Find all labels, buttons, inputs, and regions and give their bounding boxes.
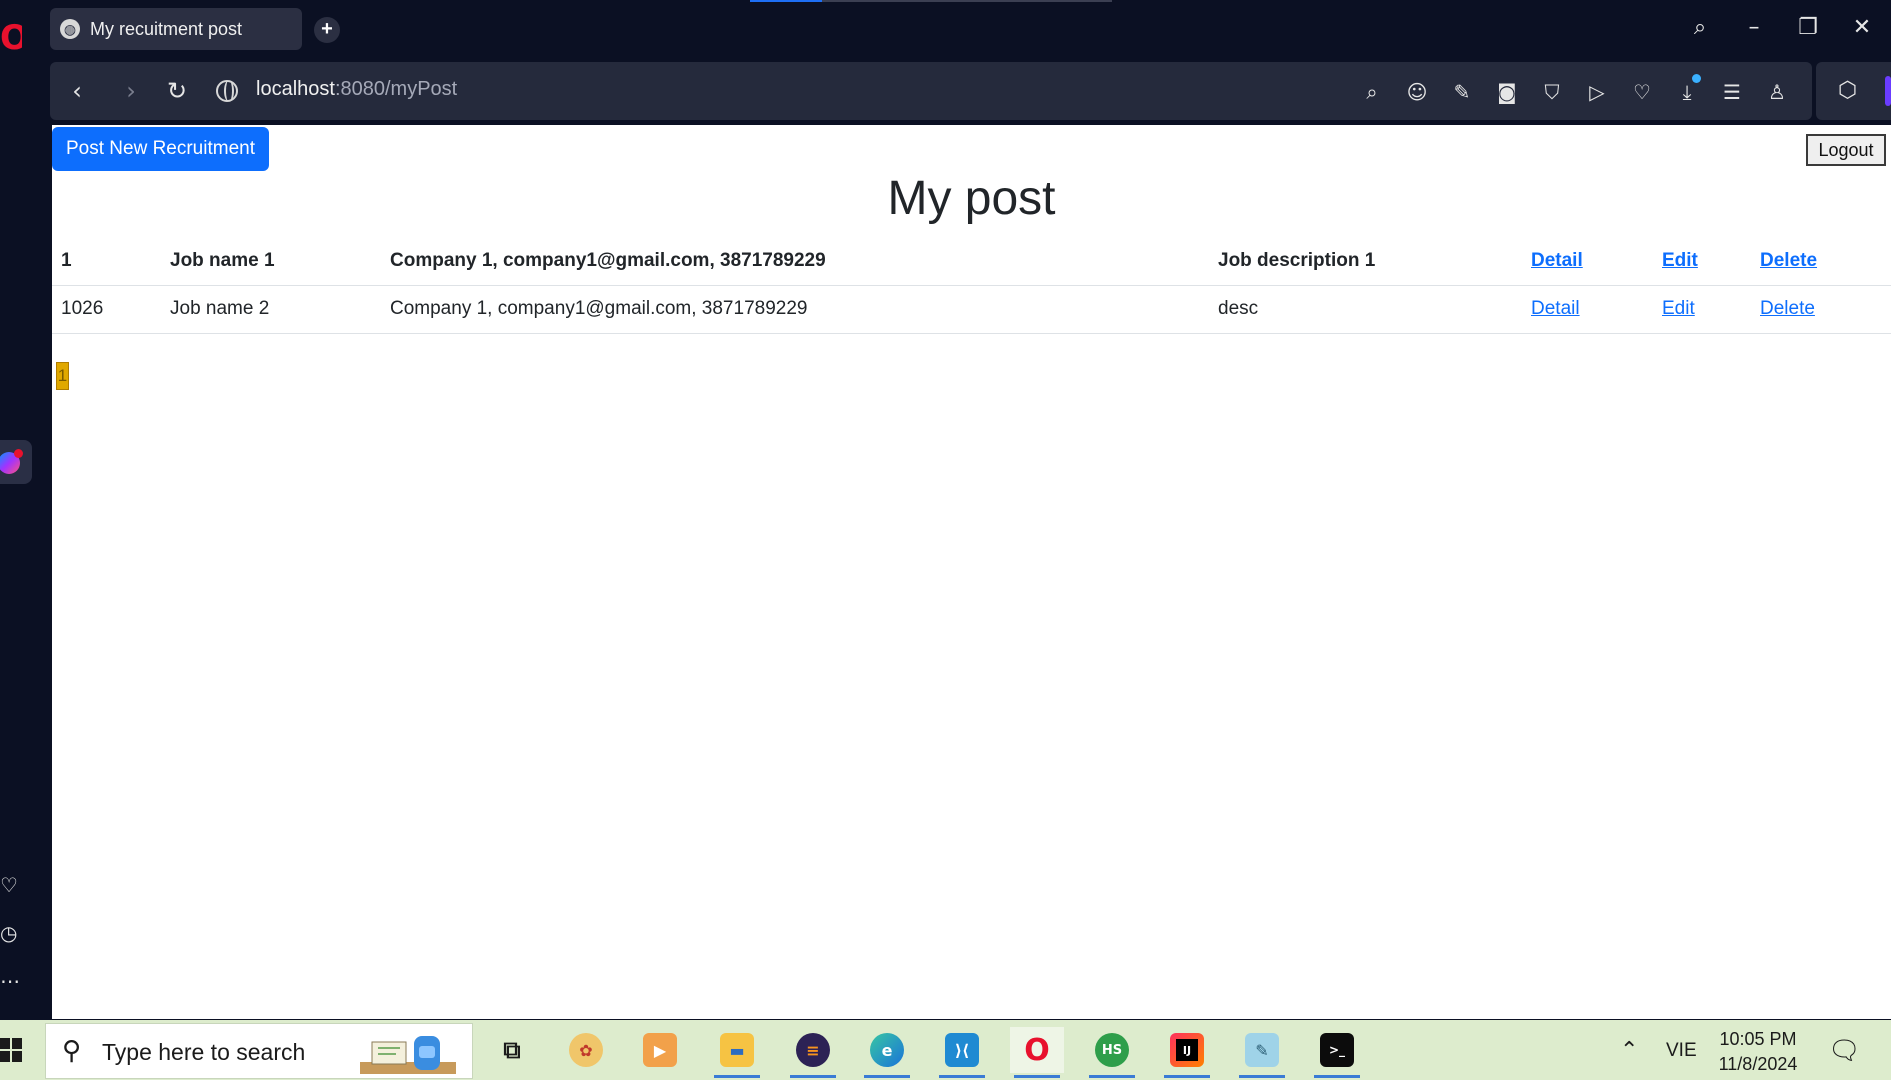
globe-icon: ◍: [60, 19, 80, 39]
taskbar-search-input[interactable]: ⚲ Type here to search: [45, 1023, 473, 1079]
edit-link[interactable]: Edit: [1662, 250, 1698, 271]
paint-icon[interactable]: ✿: [559, 1027, 613, 1073]
back-button[interactable]: ‹: [62, 76, 92, 106]
detail-cell: Detail: [1522, 237, 1653, 286]
show-hidden-icons-chevron-icon[interactable]: ⌃: [1620, 1038, 1638, 1063]
send-icon[interactable]: ▷: [1583, 78, 1611, 106]
intellij-icon[interactable]: IJ: [1160, 1027, 1214, 1078]
table-row: 1026 Job name 2 Company 1, company1@gmai…: [52, 285, 1891, 334]
windows-start-icon[interactable]: [0, 1038, 22, 1062]
opera-browser-icon[interactable]: O: [1010, 1027, 1064, 1078]
notification-center-icon[interactable]: 🗨: [1828, 1036, 1861, 1066]
detail-link[interactable]: Detail: [1531, 298, 1580, 319]
page-title: My post: [887, 172, 1056, 225]
taskbar-clock[interactable]: 10:05 PM 11/8/2024: [1712, 1027, 1804, 1077]
job-description: Job description 1: [1209, 237, 1522, 286]
delete-link[interactable]: Delete: [1760, 250, 1817, 271]
media-player-icon[interactable]: ▶: [633, 1027, 687, 1073]
delete-cell: Delete: [1751, 285, 1891, 334]
job-name: Job name 1: [161, 237, 381, 286]
windows-taskbar: ⚲ Type here to search ⧉ ✿ ▶ ▬ ≡ e ⟩⟨ O H…: [0, 1020, 1891, 1080]
tab-strip: ◍ My recuitment post + ⌕ – ❐ ✕: [50, 0, 1891, 58]
notification-dot-icon: [14, 449, 23, 458]
heart-icon[interactable]: ♡: [0, 874, 22, 898]
post-id: 1026: [52, 285, 161, 334]
minimize-button[interactable]: –: [1736, 10, 1772, 46]
easy-setup-icon[interactable]: ☰: [1718, 78, 1746, 106]
search-highlight-illustration-icon: [360, 1036, 456, 1074]
reload-button[interactable]: ↻: [162, 76, 192, 106]
url-path: :8080/myPost: [334, 78, 458, 100]
company-info: Company 1, company1@gmail.com, 387178922…: [381, 285, 1209, 334]
camera-icon[interactable]: ◙: [1493, 78, 1521, 106]
posts-table: 1 Job name 1 Company 1, company1@gmail.c…: [52, 237, 1891, 334]
task-view-icon[interactable]: ⧉: [485, 1027, 539, 1073]
logout-button[interactable]: Logout: [1806, 134, 1886, 166]
post-new-recruitment-button[interactable]: Post New Recruitment: [52, 127, 269, 171]
tab-title: My recuitment post: [90, 18, 243, 39]
extensions-cube-icon[interactable]: ⬡: [1838, 78, 1857, 104]
forward-button[interactable]: ›: [116, 76, 146, 106]
search-icon: ⚲: [62, 1036, 82, 1066]
close-window-button[interactable]: ✕: [1844, 10, 1880, 46]
job-description: desc: [1209, 285, 1522, 334]
terminal-icon[interactable]: >_: [1310, 1027, 1364, 1078]
history-clock-icon[interactable]: ◷: [0, 922, 22, 946]
loading-progress-bar: [750, 0, 1112, 2]
favorites-heart-icon[interactable]: ♡: [1628, 78, 1656, 106]
job-name: Job name 2: [161, 285, 381, 334]
search-placeholder: Type here to search: [102, 1039, 306, 1065]
address-toolbar: ‹ › ↻ localhost:8080/myPost ⌕ ☺ ✎ ◙ ⛉ ▷ …: [50, 62, 1812, 120]
opera-logo-icon[interactable]: O: [0, 18, 22, 58]
detail-link[interactable]: Detail: [1531, 250, 1583, 271]
vscode-icon[interactable]: ⟩⟨: [935, 1027, 989, 1078]
delete-link[interactable]: Delete: [1760, 298, 1815, 319]
clock-date: 11/8/2024: [1718, 1054, 1798, 1074]
site-info-icon[interactable]: [216, 80, 238, 102]
tab-my-recruitment-post[interactable]: ◍ My recuitment post: [50, 8, 302, 50]
notepad-icon[interactable]: ✎: [1235, 1027, 1289, 1078]
address-field[interactable]: localhost:8080/myPost: [256, 78, 457, 101]
web-page: Post New Recruitment Logout My post 1 Jo…: [52, 125, 1891, 1019]
edge-browser-icon[interactable]: e: [860, 1027, 914, 1078]
messenger-icon[interactable]: [0, 440, 32, 484]
emoji-icon[interactable]: ☺: [1403, 78, 1431, 106]
post-id: 1: [52, 237, 161, 286]
search-tabs-icon[interactable]: ⌕: [1682, 10, 1718, 46]
search-page-icon[interactable]: ⌕: [1358, 78, 1386, 106]
url-host: localhost: [256, 78, 335, 100]
detail-cell: Detail: [1522, 285, 1653, 334]
heidisql-icon[interactable]: HS: [1085, 1027, 1139, 1078]
download-badge-icon: [1692, 74, 1701, 83]
pagination-page-1[interactable]: 1: [56, 362, 69, 390]
shield-icon[interactable]: ⛉: [1538, 78, 1566, 106]
edit-cell: Edit: [1653, 237, 1751, 286]
more-options-icon[interactable]: ⋯: [0, 970, 22, 994]
profile-icon[interactable]: ♙: [1763, 78, 1791, 106]
compose-icon[interactable]: ✎: [1448, 78, 1476, 106]
browser-sidebar: O ♡ ◷ ⋯: [0, 0, 50, 1020]
restore-button[interactable]: ❐: [1790, 10, 1826, 46]
new-tab-button[interactable]: +: [314, 17, 340, 43]
delete-cell: Delete: [1751, 237, 1891, 286]
extensions-area: ⬡: [1816, 62, 1891, 120]
edit-cell: Edit: [1653, 285, 1751, 334]
sidebar-toggle-bar[interactable]: [1885, 76, 1891, 106]
eclipse-icon[interactable]: ≡: [786, 1027, 840, 1078]
clock-time: 10:05 PM: [1719, 1029, 1797, 1049]
company-info: Company 1, company1@gmail.com, 387178922…: [381, 237, 1209, 286]
edit-link[interactable]: Edit: [1662, 298, 1695, 319]
file-explorer-icon[interactable]: ▬: [710, 1027, 764, 1078]
table-row: 1 Job name 1 Company 1, company1@gmail.c…: [52, 237, 1891, 286]
input-language[interactable]: VIE: [1666, 1040, 1697, 1062]
